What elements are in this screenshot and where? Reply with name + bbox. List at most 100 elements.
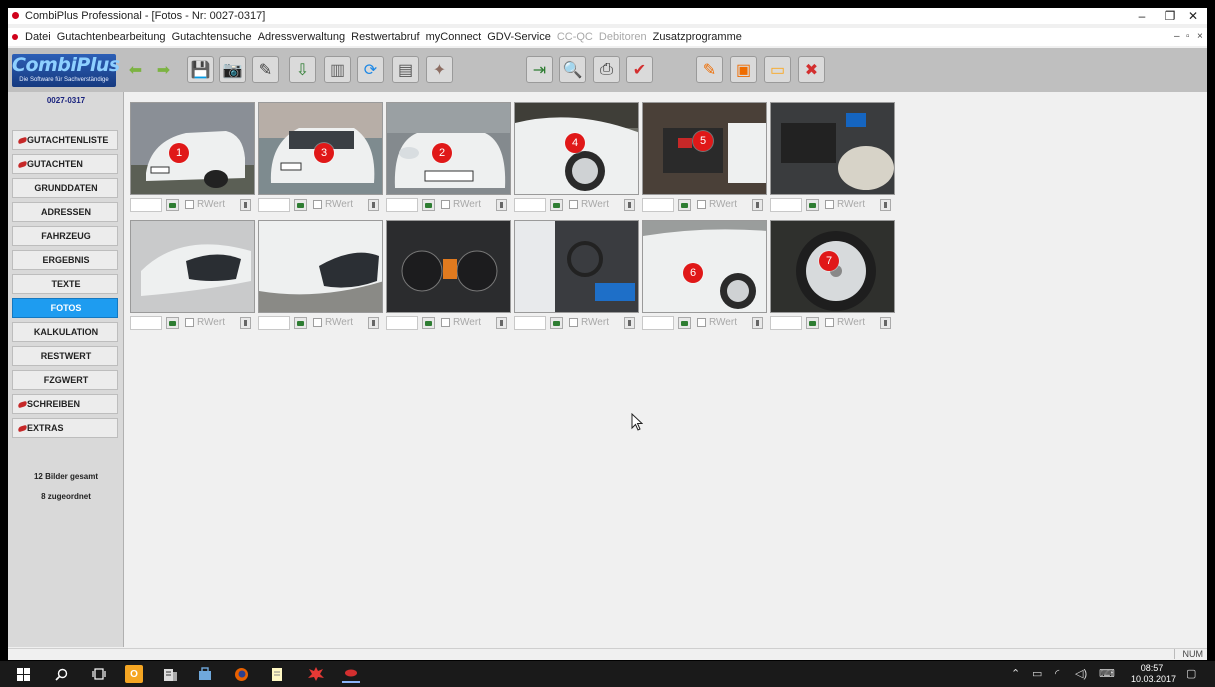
photo-order-input[interactable] xyxy=(130,198,162,212)
rwert-checkbox[interactable] xyxy=(313,318,322,327)
camera-icon[interactable] xyxy=(166,199,179,211)
trash-icon[interactable] xyxy=(752,199,763,211)
import-photo-button[interactable]: ⇩ xyxy=(289,56,316,83)
trash-icon[interactable] xyxy=(496,317,507,329)
tools-button[interactable]: ✦ xyxy=(426,56,453,83)
photo-order-input[interactable] xyxy=(642,316,674,330)
search-icon[interactable] xyxy=(52,665,70,683)
refresh-button[interactable]: ⟳ xyxy=(357,56,384,83)
mdi-minimize-button[interactable]: – xyxy=(1174,31,1180,42)
menu-zusatzprogramme[interactable]: Zusatzprogramme xyxy=(653,31,742,43)
notepad-icon[interactable] xyxy=(268,665,286,683)
photo-thumbnail[interactable]: 3 xyxy=(258,102,383,195)
sidebar-item-texte[interactable]: TEXTE xyxy=(12,274,118,294)
camera-icon[interactable] xyxy=(422,317,435,329)
photo-thumbnail[interactable] xyxy=(258,220,383,313)
menu-restwertabruf[interactable]: Restwertabruf xyxy=(351,31,419,43)
photo-thumbnail[interactable] xyxy=(770,102,895,195)
trash-icon[interactable] xyxy=(624,199,635,211)
store-app-icon[interactable] xyxy=(196,665,214,683)
camera-icon[interactable] xyxy=(550,199,563,211)
check-button[interactable]: ✔ xyxy=(626,56,653,83)
camera-icon[interactable] xyxy=(550,317,563,329)
trash-icon[interactable] xyxy=(752,317,763,329)
rwert-checkbox[interactable] xyxy=(185,200,194,209)
sidebar-item-adressen[interactable]: ADRESSEN xyxy=(12,202,118,222)
trash-icon[interactable] xyxy=(368,199,379,211)
photo-order-input[interactable] xyxy=(514,198,546,212)
menu-adressverwaltung[interactable]: Adressverwaltung xyxy=(258,31,345,43)
sidebar-item-restwert[interactable]: RESTWERT xyxy=(12,346,118,366)
camera-icon[interactable] xyxy=(678,199,691,211)
photo-order-input[interactable] xyxy=(770,316,802,330)
note-edit-button[interactable]: ✎ xyxy=(696,56,723,83)
sidebar-item-grunddaten[interactable]: GRUNDDATEN xyxy=(12,178,118,198)
network-icon[interactable]: ▭ xyxy=(1032,667,1042,680)
window-button[interactable]: ▣ xyxy=(730,56,757,83)
notifications-icon[interactable]: ▢ xyxy=(1186,667,1196,680)
trash-icon[interactable] xyxy=(240,199,251,211)
photo-thumbnail[interactable]: 2 xyxy=(386,102,511,195)
photo-thumbnail[interactable]: 5 xyxy=(642,102,767,195)
trash-icon[interactable] xyxy=(624,317,635,329)
firefox-icon[interactable] xyxy=(232,665,250,683)
photo-order-input[interactable] xyxy=(770,198,802,212)
menu-gutachtenbearbeitung[interactable]: Gutachtenbearbeitung xyxy=(57,31,166,43)
photo-thumbnail[interactable] xyxy=(386,220,511,313)
arrow-right-button[interactable]: ➡ xyxy=(150,56,177,83)
sidebar-item-fzgwert[interactable]: FZGWERT xyxy=(12,370,118,390)
arrow-left-button[interactable]: ⬅ xyxy=(122,56,149,83)
sidebar-item-gutachten[interactable]: GUTACHTEN xyxy=(12,154,118,174)
mdi-app-icon[interactable] xyxy=(12,34,18,40)
rwert-checkbox[interactable] xyxy=(569,200,578,209)
photo-thumbnail[interactable] xyxy=(130,220,255,313)
camera-icon[interactable] xyxy=(806,199,819,211)
volume-icon[interactable]: ◁) xyxy=(1075,667,1087,680)
photo-order-input[interactable] xyxy=(386,198,418,212)
edit-photo-button[interactable]: ✎ xyxy=(252,56,279,83)
sidebar-item-ergebnis[interactable]: ERGEBNIS xyxy=(12,250,118,270)
task-view-icon[interactable] xyxy=(90,665,108,683)
print-button[interactable]: ⎙ xyxy=(593,56,620,83)
close-button[interactable]: ✕ xyxy=(1179,8,1207,24)
wifi-icon[interactable]: ◜ xyxy=(1055,667,1059,680)
photo-order-input[interactable] xyxy=(386,316,418,330)
minimize-button[interactable]: – xyxy=(1128,8,1156,24)
camera-icon[interactable] xyxy=(294,199,307,211)
rwert-checkbox[interactable] xyxy=(185,318,194,327)
export-button[interactable]: ⇥ xyxy=(526,56,553,83)
mdi-restore-button[interactable]: ▫ xyxy=(1186,31,1190,42)
photo-thumbnail[interactable] xyxy=(514,220,639,313)
mdi-close-button[interactable]: × xyxy=(1197,31,1203,42)
sidebar-item-extras[interactable]: EXTRAS xyxy=(12,418,118,438)
taskbar-clock[interactable]: 08:57 10.03.2017 xyxy=(1131,663,1176,685)
rwert-checkbox[interactable] xyxy=(697,200,706,209)
folder-button[interactable]: ▭ xyxy=(764,56,791,83)
windows-start-icon[interactable] xyxy=(14,665,32,683)
trash-icon[interactable] xyxy=(496,199,507,211)
menu-gdv-service[interactable]: GDV-Service xyxy=(487,31,551,43)
keyboard-icon[interactable]: ⌨ xyxy=(1099,667,1115,680)
news-app-icon[interactable] xyxy=(161,665,179,683)
menu-gutachtensuche[interactable]: Gutachtensuche xyxy=(172,31,252,43)
trash-icon[interactable] xyxy=(368,317,379,329)
preview-button[interactable]: 🔍 xyxy=(559,56,586,83)
menu-datei[interactable]: Datei xyxy=(25,31,51,43)
sidebar-item-schreiben[interactable]: SCHREIBEN xyxy=(12,394,118,414)
save-button[interactable]: 💾 xyxy=(187,56,214,83)
documents-button[interactable]: ▤ xyxy=(392,56,419,83)
camera-icon[interactable] xyxy=(678,317,691,329)
camera-icon[interactable] xyxy=(294,317,307,329)
camera-button[interactable]: 📷 xyxy=(219,56,246,83)
rwert-checkbox[interactable] xyxy=(313,200,322,209)
camera-icon[interactable] xyxy=(422,199,435,211)
photo-thumbnail[interactable]: 4 xyxy=(514,102,639,195)
sidebar-item-fotos[interactable]: FOTOS xyxy=(12,298,118,318)
photo-order-input[interactable] xyxy=(642,198,674,212)
photo-order-input[interactable] xyxy=(514,316,546,330)
trash-icon[interactable] xyxy=(240,317,251,329)
sidebar-item-kalkulation[interactable]: KALKULATION xyxy=(12,322,118,342)
tray-chevron-icon[interactable]: ⌃ xyxy=(1011,667,1020,680)
trash-icon[interactable] xyxy=(880,317,891,329)
trash-icon[interactable] xyxy=(880,199,891,211)
